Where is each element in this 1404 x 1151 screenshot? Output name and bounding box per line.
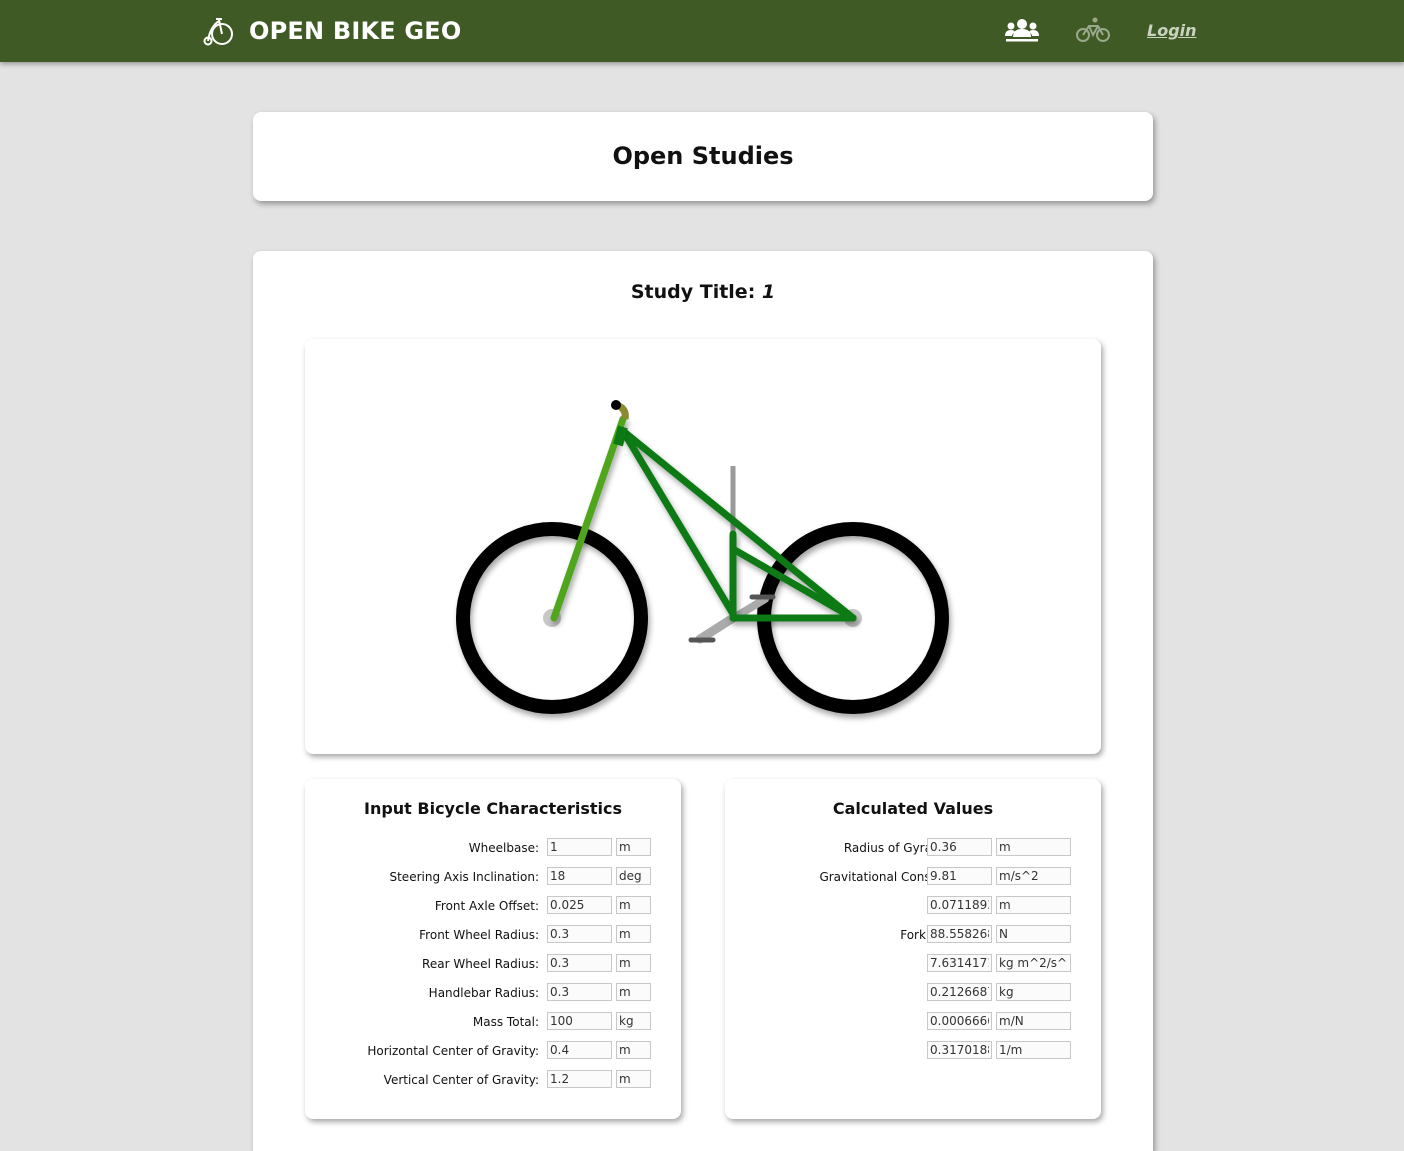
- input-unit-field[interactable]: [616, 838, 651, 856]
- calculated-value-field[interactable]: [927, 1041, 992, 1059]
- brand[interactable]: OPEN BIKE GEO: [203, 14, 462, 48]
- calculated-value-field[interactable]: [927, 1012, 992, 1030]
- input-value-field[interactable]: [547, 1041, 612, 1059]
- input-unit-field[interactable]: [616, 983, 651, 1001]
- input-unit-field[interactable]: [616, 867, 651, 885]
- input-row: Wheelbase:: [305, 838, 681, 858]
- calculated-values-panel: Calculated Values Radius of Gyration: Gra…: [725, 779, 1101, 1119]
- bike-diagram-card: [305, 339, 1101, 754]
- calculated-value-field[interactable]: [927, 925, 992, 943]
- calculated-value-field[interactable]: [927, 838, 992, 856]
- input-label: Vertical Center of Gravity:: [383, 1073, 539, 1087]
- input-unit-field[interactable]: [616, 954, 651, 972]
- input-label: Handlebar Radius:: [428, 986, 539, 1000]
- input-characteristics-panel: Input Bicycle Characteristics Wheelbase:…: [305, 779, 681, 1119]
- calculated-value-field[interactable]: [927, 983, 992, 1001]
- handlebar-grip: [611, 400, 621, 410]
- calculated-row: Fork Flop:: [725, 925, 1101, 945]
- input-row: Handlebar Radius:: [305, 983, 681, 1003]
- input-value-field[interactable]: [547, 867, 612, 885]
- page-title: Open Studies: [612, 142, 794, 170]
- study-title-label: Study Title:: [630, 281, 756, 303]
- input-label: Front Axle Offset:: [434, 899, 539, 913]
- input-panel-heading: Input Bicycle Characteristics: [363, 799, 623, 818]
- calculated-panel-heading: Calculated Values: [832, 799, 994, 818]
- input-value-field[interactable]: [547, 983, 612, 1001]
- penny-farthing-icon: [203, 18, 233, 46]
- calculated-unit-field[interactable]: [996, 1012, 1071, 1030]
- input-row: Mass Total:: [305, 1012, 681, 1032]
- input-label: Front Wheel Radius:: [419, 928, 539, 942]
- input-unit-field[interactable]: [616, 896, 651, 914]
- calculated-unit-field[interactable]: [996, 838, 1071, 856]
- bicycle-icon[interactable]: [1076, 16, 1110, 44]
- study-title: Study Title: 1: [253, 281, 1153, 303]
- head-tube: [613, 425, 628, 447]
- page-title-card: Open Studies: [253, 112, 1153, 201]
- study-title-value: 1: [761, 281, 776, 303]
- input-label: Steering Axis Inclination:: [389, 870, 539, 884]
- input-value-field[interactable]: [547, 838, 612, 856]
- input-row: Vertical Center of Gravity:: [305, 1070, 681, 1090]
- input-value-field[interactable]: [547, 954, 612, 972]
- brand-name: OPEN BIKE GEO: [249, 17, 462, 45]
- calculated-row: k2:: [725, 983, 1101, 1003]
- input-unit-field[interactable]: [616, 1070, 651, 1088]
- login-link[interactable]: Login: [1147, 21, 1197, 40]
- input-row: Front Axle Offset:: [305, 896, 681, 916]
- calculated-unit-field[interactable]: [996, 896, 1071, 914]
- calculated-row: Radius of Gyration:: [725, 838, 1101, 858]
- input-label: Rear Wheel Radius:: [422, 957, 539, 971]
- calculated-unit-field[interactable]: [996, 983, 1071, 1001]
- calculated-unit-field[interactable]: [996, 954, 1071, 972]
- calculated-row: k1:: [725, 954, 1101, 974]
- bike-diagram: [456, 400, 949, 714]
- input-row: Horizontal Center of Gravity:: [305, 1041, 681, 1061]
- input-value-field[interactable]: [547, 1070, 612, 1088]
- input-row: Rear Wheel Radius:: [305, 954, 681, 974]
- calculated-unit-field[interactable]: [996, 925, 1071, 943]
- calculated-value-field[interactable]: [927, 954, 992, 972]
- crank-arm: [695, 613, 738, 644]
- calculated-row: Gravitational Constant:: [725, 867, 1101, 887]
- calculated-value-field[interactable]: [927, 896, 992, 914]
- calculated-unit-field[interactable]: [996, 867, 1071, 885]
- input-label: Wheelbase:: [468, 841, 539, 855]
- calculated-row: Trail:: [725, 896, 1101, 916]
- calculated-row: k4:: [725, 1041, 1101, 1061]
- fork: [550, 415, 627, 622]
- input-value-field[interactable]: [547, 1012, 612, 1030]
- navbar: OPEN BIKE GEO Login: [0, 0, 1404, 62]
- input-row: Steering Axis Inclination:: [305, 867, 681, 887]
- frame: [619, 427, 857, 622]
- calculated-row: k3:: [725, 1012, 1101, 1032]
- calculated-unit-field[interactable]: [996, 1041, 1071, 1059]
- input-label: Mass Total:: [472, 1015, 539, 1029]
- input-unit-field[interactable]: [616, 1012, 651, 1030]
- input-value-field[interactable]: [547, 925, 612, 943]
- calculated-value-field[interactable]: [927, 867, 992, 885]
- input-unit-field[interactable]: [616, 925, 651, 943]
- users-icon[interactable]: [1005, 16, 1039, 44]
- input-unit-field[interactable]: [616, 1041, 651, 1059]
- input-label: Horizontal Center of Gravity:: [367, 1044, 539, 1058]
- input-value-field[interactable]: [547, 896, 612, 914]
- input-row: Front Wheel Radius:: [305, 925, 681, 945]
